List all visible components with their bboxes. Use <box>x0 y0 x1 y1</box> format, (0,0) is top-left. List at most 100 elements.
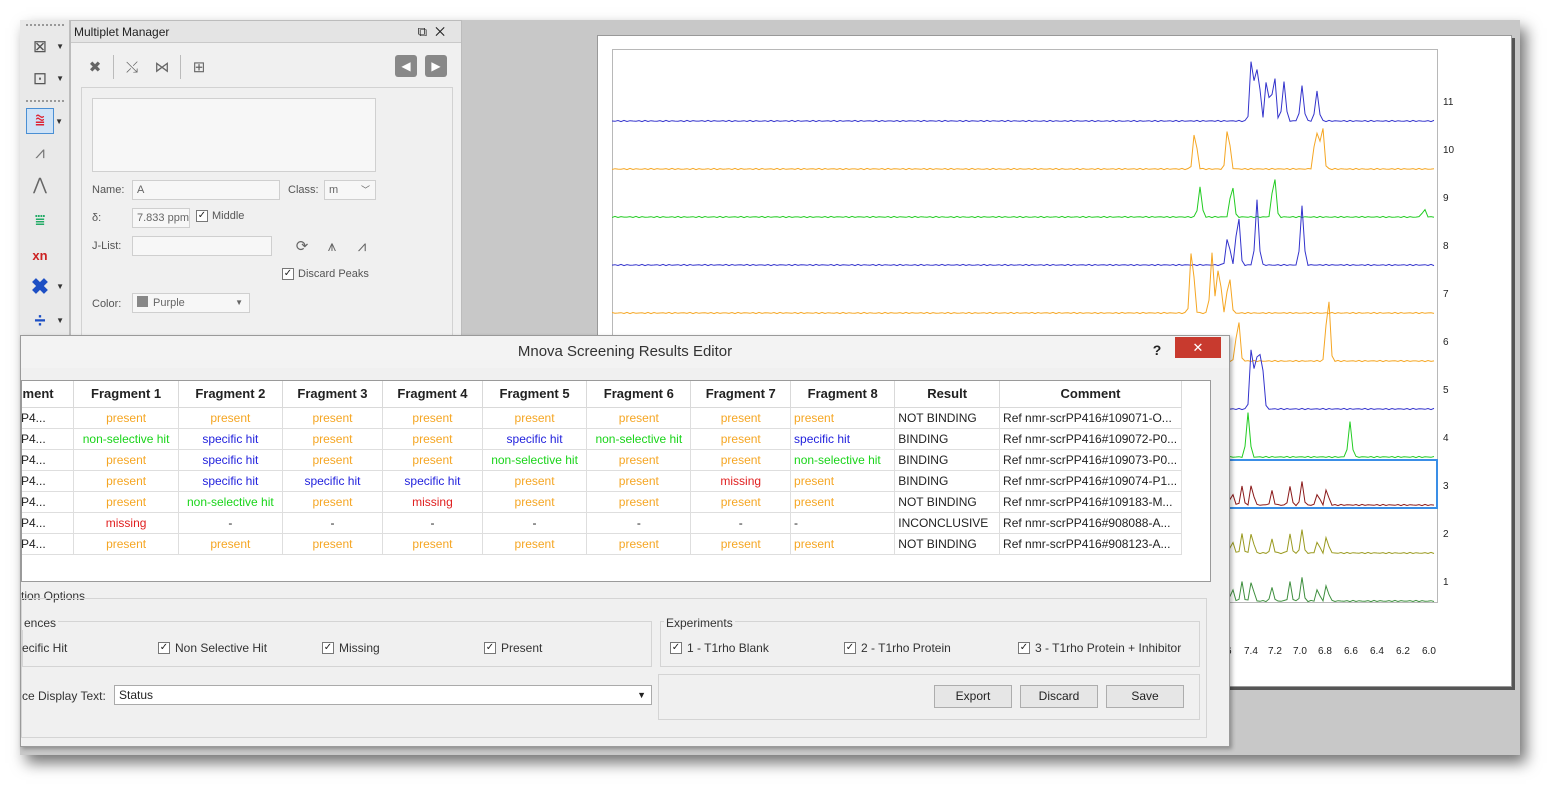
comment-cell[interactable]: Ref nmr-scrPP416#109074-P1... <box>999 470 1182 492</box>
comment-cell[interactable]: Ref nmr-scrPP416#109183-M... <box>999 491 1182 513</box>
zoom-region-tool-button[interactable]: ⊡ ▼ <box>26 66 64 92</box>
peak-picking-tool-button[interactable]: ⩸ <box>26 208 54 234</box>
merge-multiplet-button[interactable]: ⋈ <box>150 55 174 79</box>
column-header[interactable]: riment <box>22 381 75 408</box>
middle-checkbox[interactable]: ✓ Middle <box>196 210 244 222</box>
fragment-cell[interactable]: present <box>586 491 692 513</box>
discard-button[interactable]: Discard <box>1020 685 1098 708</box>
experiment-cell[interactable]: scrPP4... <box>22 428 75 450</box>
table-row[interactable]: scrPP4...presentspecific hitpresentprese… <box>22 449 1182 471</box>
close-icon[interactable]: ✕ <box>435 24 453 39</box>
column-header[interactable]: Fragment 6 <box>586 381 692 408</box>
fragment-cell[interactable]: missing <box>382 491 483 513</box>
jlist-field[interactable] <box>132 236 272 256</box>
fragment-cell[interactable]: present <box>586 449 692 471</box>
export-button[interactable]: Export <box>934 685 1012 708</box>
comment-cell[interactable]: Ref nmr-scrPP416#109071-O... <box>999 407 1182 429</box>
fragment-cell[interactable]: - <box>586 512 692 534</box>
chevron-down-icon[interactable]: ▼ <box>56 74 64 83</box>
fragment-cell[interactable]: specific hit <box>178 449 283 471</box>
fragment-cell[interactable]: present <box>482 533 588 555</box>
spectrum-trace[interactable] <box>612 128 1435 171</box>
result-cell[interactable]: NOT BINDING <box>894 533 1001 555</box>
fragment-cell[interactable]: present <box>73 449 179 471</box>
table-view-button[interactable]: ⊞ <box>187 55 211 79</box>
discard-peaks-checkbox[interactable]: ✓ Discard Peaks <box>282 268 369 280</box>
fragment-cell[interactable]: - <box>282 512 383 534</box>
spectrum-trace[interactable] <box>612 179 1435 219</box>
fragment-cell[interactable]: present <box>282 491 383 513</box>
comment-cell[interactable]: Ref nmr-scrPP416#908088-A... <box>999 512 1182 534</box>
ref-check-present[interactable]: ✓ Present <box>484 641 542 655</box>
table-row[interactable]: scrPP4...presentnon-selective hitpresent… <box>22 491 1182 513</box>
name-field[interactable]: A <box>132 180 280 200</box>
column-header[interactable]: Result <box>894 381 1001 408</box>
comment-cell[interactable]: Ref nmr-scrPP416#908123-A... <box>999 533 1182 555</box>
help-button[interactable]: ? <box>1147 340 1167 360</box>
fragment-cell[interactable]: present <box>178 407 283 429</box>
fragment-cell[interactable]: present <box>586 407 692 429</box>
result-cell[interactable]: NOT BINDING <box>894 491 1001 513</box>
superimpose-tool-button[interactable]: ⩘ <box>26 140 54 166</box>
next-multiplet-button[interactable]: ▶ <box>425 55 447 77</box>
table-row[interactable]: scrPP4...presentpresentpresentpresentpre… <box>22 407 1182 429</box>
comment-cell[interactable]: Ref nmr-scrPP416#109073-P0... <box>999 449 1182 471</box>
chevron-down-icon[interactable]: ▼ <box>56 282 64 291</box>
refresh-jlist-button[interactable]: ⟳ <box>290 234 314 258</box>
exp-check-2[interactable]: ✓ 2 - T1rho Protein <box>844 641 951 655</box>
fragment-cell[interactable]: - <box>790 512 896 534</box>
column-header[interactable]: Fragment 4 <box>382 381 483 408</box>
fragment-cell[interactable]: specific hit <box>790 428 896 450</box>
column-header[interactable]: Fragment 7 <box>690 381 792 408</box>
delete-multiplet-button[interactable]: ✖ <box>83 55 107 79</box>
fragment-cell[interactable]: missing <box>690 470 792 492</box>
fragment-cell[interactable]: non-selective hit <box>178 491 283 513</box>
fragment-cell[interactable]: specific hit <box>482 428 588 450</box>
table-row[interactable]: scrPP4...missing-------INCONCLUSIVERef n… <box>22 512 1182 534</box>
experiment-cell[interactable]: scrPP4... <box>22 407 75 429</box>
delete-tool-button[interactable]: ✖ ▼ <box>26 274 64 300</box>
chevron-down-icon[interactable]: ▼ <box>55 117 63 126</box>
result-cell[interactable]: BINDING <box>894 449 1001 471</box>
color-select[interactable]: Purple ▼ <box>132 293 250 313</box>
multiplet-tool-button[interactable]: xn <box>26 242 54 268</box>
fragment-cell[interactable]: present <box>790 470 896 492</box>
column-header[interactable]: Fragment 2 <box>178 381 283 408</box>
chevron-down-icon[interactable]: ▼ <box>56 316 64 325</box>
fragment-cell[interactable]: present <box>790 533 896 555</box>
column-header[interactable]: Fragment 5 <box>482 381 588 408</box>
result-cell[interactable]: NOT BINDING <box>894 407 1001 429</box>
fragment-cell[interactable]: present <box>586 533 692 555</box>
spectrum-trace[interactable] <box>612 61 1435 123</box>
table-row[interactable]: scrPP4...presentpresentpresentpresentpre… <box>22 533 1182 555</box>
spectrum-trace[interactable] <box>612 199 1435 267</box>
float-panel-icon[interactable]: ⧉ <box>418 24 435 39</box>
comment-cell[interactable]: Ref nmr-scrPP416#109072-P0... <box>999 428 1182 450</box>
table-row[interactable]: scrPP4...presentspecific hitspecific hit… <box>22 470 1182 492</box>
asymmetric-peaks-button[interactable]: ⩘ <box>350 234 374 258</box>
experiment-cell[interactable]: scrPP4... <box>22 533 75 555</box>
fragment-cell[interactable]: - <box>382 512 483 534</box>
fragment-cell[interactable]: present <box>282 533 383 555</box>
fragment-cell[interactable]: present <box>482 491 588 513</box>
ref-check-missing[interactable]: ✓ Missing <box>322 641 380 655</box>
column-header[interactable]: Fragment 3 <box>282 381 383 408</box>
result-cell[interactable]: BINDING <box>894 428 1001 450</box>
fragment-cell[interactable]: present <box>73 407 179 429</box>
fragment-cell[interactable]: present <box>586 470 692 492</box>
experiment-cell[interactable]: scrPP4... <box>22 512 75 534</box>
fragment-cell[interactable]: - <box>482 512 588 534</box>
fragment-cell[interactable]: present <box>690 428 792 450</box>
zoom-fit-tool-button[interactable]: ⊠ ▼ <box>26 34 64 60</box>
experiment-cell[interactable]: scrPP4... <box>22 449 75 471</box>
ref-check-specific-hit[interactable]: ecific Hit <box>22 641 67 655</box>
fragment-cell[interactable]: present <box>282 449 383 471</box>
table-row[interactable]: scrPP4...non-selective hitspecific hitpr… <box>22 428 1182 450</box>
fragment-cell[interactable]: non-selective hit <box>790 449 896 471</box>
fragment-cell[interactable]: specific hit <box>382 470 483 492</box>
fragment-cell[interactable]: present <box>690 407 792 429</box>
experiment-cell[interactable]: scrPP4... <box>22 470 75 492</box>
result-cell[interactable]: BINDING <box>894 470 1001 492</box>
fragment-cell[interactable]: present <box>382 407 483 429</box>
fragment-cell[interactable]: specific hit <box>178 428 283 450</box>
